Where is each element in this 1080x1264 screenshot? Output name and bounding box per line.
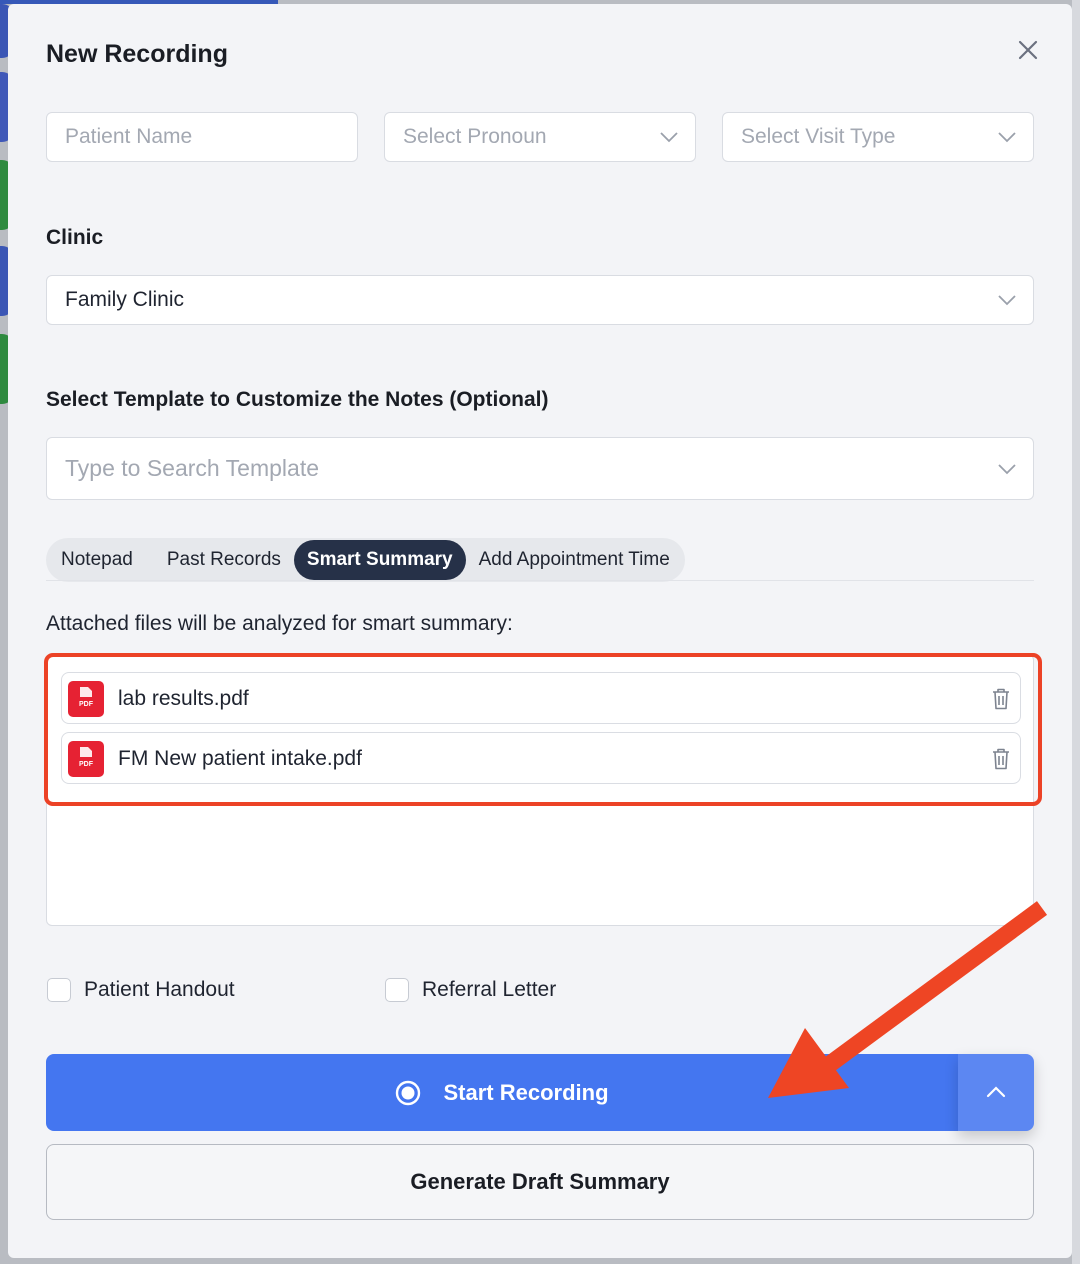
background-panel: [1072, 0, 1080, 1264]
chevron-up-icon: [986, 1086, 1006, 1098]
chevron-down-icon: [998, 463, 1016, 474]
clinic-value: Family Clinic: [65, 288, 185, 311]
start-recording-button[interactable]: Start Recording: [46, 1054, 958, 1131]
smart-summary-subtitle: Attached files will be analyzed for smar…: [46, 612, 513, 635]
chevron-down-icon: [998, 295, 1016, 306]
pronoun-placeholder: Select Pronoun: [403, 125, 547, 148]
pronoun-select[interactable]: Select Pronoun: [384, 112, 696, 162]
tab-notepad[interactable]: Notepad: [48, 540, 146, 580]
generate-draft-summary-button[interactable]: Generate Draft Summary: [46, 1144, 1034, 1220]
start-recording-label: Start Recording: [443, 1079, 609, 1105]
template-search-select[interactable]: Type to Search Template: [46, 437, 1034, 500]
template-label: Select Template to Customize the Notes (…: [46, 388, 549, 411]
tab-past-records[interactable]: Past Records: [154, 540, 294, 580]
tab-add-appointment-time[interactable]: Add Appointment Time: [466, 540, 683, 580]
annotation-highlight-box: [44, 653, 1042, 806]
patient-name-input[interactable]: Patient Name: [46, 112, 358, 162]
recording-options-button[interactable]: [958, 1054, 1034, 1131]
visit-type-placeholder: Select Visit Type: [741, 125, 896, 148]
patient-handout-label: Patient Handout: [84, 978, 235, 1001]
chevron-down-icon: [660, 132, 678, 143]
new-recording-modal: New Recording Patient Name Select Pronou…: [8, 4, 1072, 1258]
tab-smart-summary[interactable]: Smart Summary: [293, 540, 466, 580]
generate-draft-label: Generate Draft Summary: [410, 1169, 670, 1194]
clinic-select[interactable]: Family Clinic: [46, 275, 1034, 325]
record-icon: [396, 1080, 421, 1105]
visit-type-select[interactable]: Select Visit Type: [722, 112, 1034, 162]
clinic-label: Clinic: [46, 226, 104, 249]
tab-bar: Notepad Past Records Smart Summary Add A…: [46, 538, 685, 582]
referral-letter-label: Referral Letter: [422, 978, 557, 1001]
modal-title: New Recording: [46, 40, 228, 68]
tab-divider: [46, 580, 1034, 581]
patient-handout-checkbox[interactable]: [47, 978, 71, 1002]
patient-name-placeholder: Patient Name: [65, 125, 193, 148]
close-icon[interactable]: [1012, 34, 1044, 66]
template-placeholder: Type to Search Template: [65, 455, 319, 481]
referral-letter-checkbox[interactable]: [385, 978, 409, 1002]
chevron-down-icon: [998, 132, 1016, 143]
